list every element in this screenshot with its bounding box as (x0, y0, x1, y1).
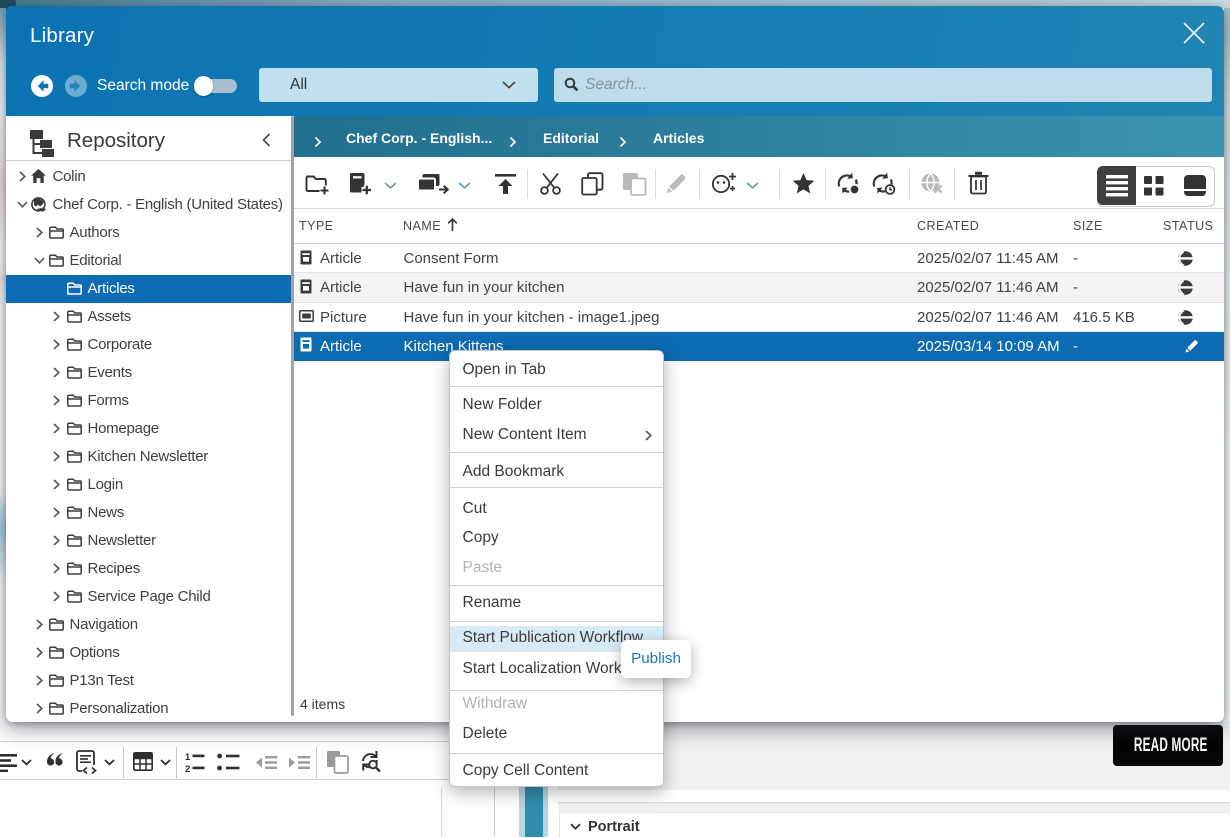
svg-text:1: 1 (185, 752, 191, 763)
svg-text:2: 2 (185, 764, 190, 774)
